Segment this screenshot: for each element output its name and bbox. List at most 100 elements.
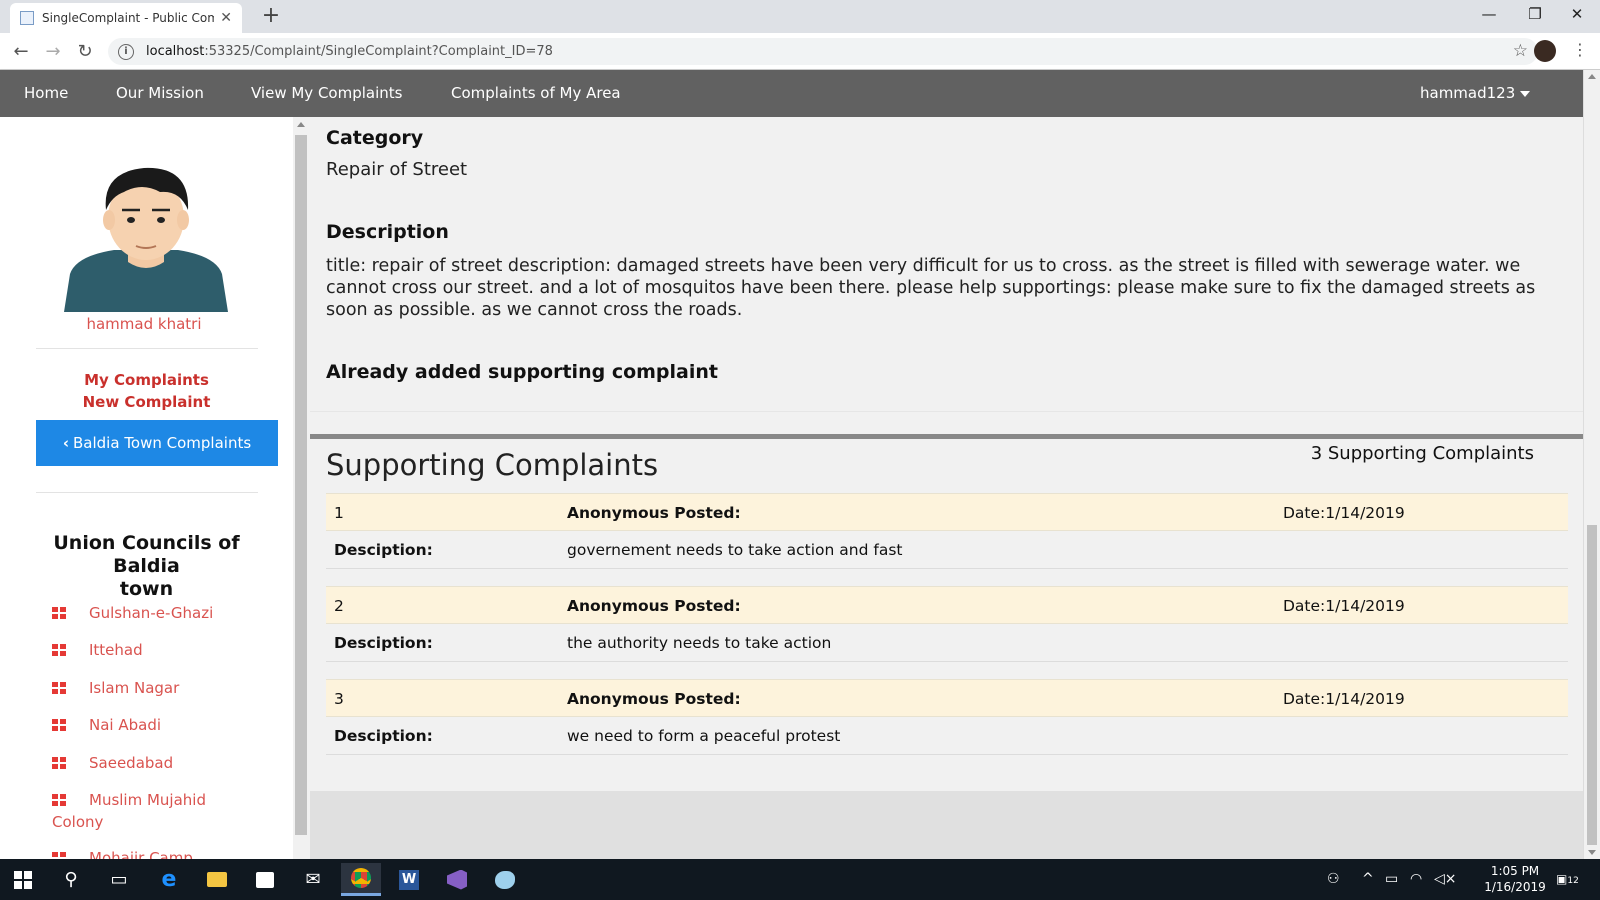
close-tab-icon[interactable]: ✕ xyxy=(220,10,232,26)
scroll-up-icon[interactable] xyxy=(1588,74,1596,79)
volume-muted-icon[interactable]: ◁× xyxy=(1434,859,1457,900)
description-field-label: Desciption: xyxy=(334,634,433,652)
union-councils-heading-line1: Union Councils of Baldia xyxy=(53,532,240,577)
tray-chevron-up-icon[interactable]: ^ xyxy=(1362,859,1374,900)
mail-icon[interactable]: ✉ xyxy=(293,863,333,896)
visual-studio-icon[interactable] xyxy=(437,863,477,896)
new-tab-icon[interactable]: + xyxy=(258,3,284,29)
profile-avatar-icon[interactable] xyxy=(1534,40,1556,62)
nav-home[interactable]: Home xyxy=(24,70,68,117)
posted-by-label: Anonymous Posted: xyxy=(567,504,741,522)
url-field[interactable]: i localhost:53325/Complaint/SingleCompla… xyxy=(108,38,1538,65)
windows-start-icon[interactable] xyxy=(3,863,43,896)
chevron-left-icon: ‹ xyxy=(62,434,70,452)
sidebar-divider xyxy=(36,348,258,349)
folder-shape xyxy=(207,872,227,887)
grid-icon xyxy=(52,719,66,731)
site-navbar: Home Our Mission View My Complaints Comp… xyxy=(0,70,1583,117)
windows-logo-icon xyxy=(14,870,32,889)
council-link-nai-abadi[interactable]: Nai Abadi xyxy=(52,714,282,736)
nav-complaints-of-my-area[interactable]: Complaints of My Area xyxy=(451,70,621,117)
sidebar-scrollbar[interactable] xyxy=(293,117,310,859)
footer-area xyxy=(310,791,1583,859)
bookmark-star-icon[interactable]: ☆ xyxy=(1513,41,1528,61)
row-date: Date:1/14/2019 xyxy=(1283,504,1405,522)
search-icon[interactable]: ⚲ xyxy=(51,863,91,896)
my-complaints-link[interactable]: My Complaints xyxy=(0,371,293,389)
council-link-islam-nagar[interactable]: Islam Nagar xyxy=(52,677,282,699)
restore-icon[interactable]: ❐ xyxy=(1512,0,1558,30)
section-divider xyxy=(310,411,1583,412)
battery-icon[interactable]: ▭ xyxy=(1385,859,1398,900)
wifi-icon[interactable]: ◠ xyxy=(1410,859,1422,900)
people-icon[interactable]: ⚇ xyxy=(1327,859,1340,900)
supporting-row-body: Desciption: we need to form a peaceful p… xyxy=(326,717,1568,755)
union-councils-heading: Union Councils of Baldia town xyxy=(20,532,273,601)
browser-menu-icon[interactable]: ⋮ xyxy=(1572,40,1588,59)
user-name: hammad khatri xyxy=(86,315,202,333)
paint-icon[interactable] xyxy=(485,863,525,896)
url-host: localhost xyxy=(146,44,205,59)
task-view-icon[interactable]: ▭ xyxy=(99,863,139,896)
sidebar: hammad khatri My Complaints New Complain… xyxy=(0,117,293,859)
close-window-icon[interactable]: ✕ xyxy=(1554,0,1600,30)
notification-count: 12 xyxy=(1567,876,1579,886)
sidebar-scrollbar-thumb[interactable] xyxy=(295,135,307,835)
new-complaint-link[interactable]: New Complaint xyxy=(0,393,293,411)
supporting-row-body: Desciption: the authority needs to take … xyxy=(326,624,1568,662)
row-date: Date:1/14/2019 xyxy=(1283,690,1405,708)
caret-down-icon xyxy=(1520,90,1531,97)
browser-tab-strip: SingleComplaint - Public Compla ✕ + — ❐ … xyxy=(0,0,1600,33)
scroll-down-icon[interactable] xyxy=(1588,850,1596,855)
notifications-icon[interactable]: ▣12 xyxy=(1556,859,1579,900)
nav-our-mission[interactable]: Our Mission xyxy=(116,70,204,117)
scroll-up-icon[interactable] xyxy=(297,122,305,127)
vs-logo xyxy=(447,869,467,890)
site-info-icon[interactable]: i xyxy=(118,43,134,60)
user-menu-label: hammad123 xyxy=(1420,84,1516,102)
forward-icon[interactable]: → xyxy=(40,39,66,65)
page-scrollbar-thumb[interactable] xyxy=(1587,525,1597,845)
row-description: governement needs to take action and fas… xyxy=(567,541,903,559)
supporting-row-header: 2 Anonymous Posted: Date:1/14/2019 xyxy=(326,586,1568,624)
supporting-row-body: Desciption: governement needs to take ac… xyxy=(326,531,1568,569)
grid-icon xyxy=(52,682,66,694)
council-link-partial[interactable]: Mohajir Camp xyxy=(52,847,282,859)
word-icon[interactable]: W xyxy=(389,863,429,896)
category-label: Category xyxy=(326,127,424,149)
grid-icon xyxy=(52,607,66,619)
store-icon[interactable] xyxy=(245,863,285,896)
file-explorer-icon[interactable] xyxy=(197,863,237,896)
sidebar-divider xyxy=(36,492,258,493)
council-link-saeedabad[interactable]: Saeedabad xyxy=(52,752,282,774)
supporting-row-header: 3 Anonymous Posted: Date:1/14/2019 xyxy=(326,679,1568,717)
council-link-gulshan-e-ghazi[interactable]: Gulshan-e-Ghazi xyxy=(52,602,282,624)
council-link-ittehad[interactable]: Ittehad xyxy=(52,639,282,661)
word-logo: W xyxy=(399,869,419,890)
council-link-muslim-mujahid-colony[interactable]: Muslim Mujahid Colony xyxy=(52,789,232,833)
grid-icon xyxy=(52,757,66,769)
store-bag-shape xyxy=(256,871,274,888)
row-date: Date:1/14/2019 xyxy=(1283,597,1405,615)
union-councils-heading-line2: town xyxy=(119,578,174,600)
address-bar: ← → ↻ i localhost:53325/Complaint/Single… xyxy=(0,33,1600,70)
browser-tab[interactable]: SingleComplaint - Public Compla ✕ xyxy=(10,3,242,33)
back-icon[interactable]: ← xyxy=(8,39,34,65)
page-scrollbar[interactable] xyxy=(1583,70,1600,859)
reload-icon[interactable]: ↻ xyxy=(72,39,98,65)
minimize-icon[interactable]: — xyxy=(1466,0,1512,30)
user-menu-dropdown[interactable]: hammad123 xyxy=(1420,70,1531,117)
area-complaints-label: Baldia Town Complaints xyxy=(73,434,252,452)
system-clock[interactable]: 1:05 PM 1/16/2019 xyxy=(1480,863,1550,895)
grid-icon xyxy=(52,852,66,859)
description-field-label: Desciption: xyxy=(334,541,433,559)
tab-title: SingleComplaint - Public Compla xyxy=(42,11,215,25)
description-text: title: repair of street description: dam… xyxy=(326,256,1536,320)
edge-browser-icon[interactable]: e xyxy=(149,863,189,896)
area-complaints-button[interactable]: ‹ Baldia Town Complaints xyxy=(36,420,278,466)
windows-taskbar: ⚲ ▭ e ✉ W ⚇ ^ ▭ ◠ ◁× 1:05 PM 1/16/2019 ▣… xyxy=(0,859,1600,900)
chrome-icon[interactable] xyxy=(341,863,381,896)
support-status-text: Already added supporting complaint xyxy=(326,361,718,383)
council-name: Nai Abadi xyxy=(89,716,162,734)
nav-view-my-complaints[interactable]: View My Complaints xyxy=(251,70,402,117)
